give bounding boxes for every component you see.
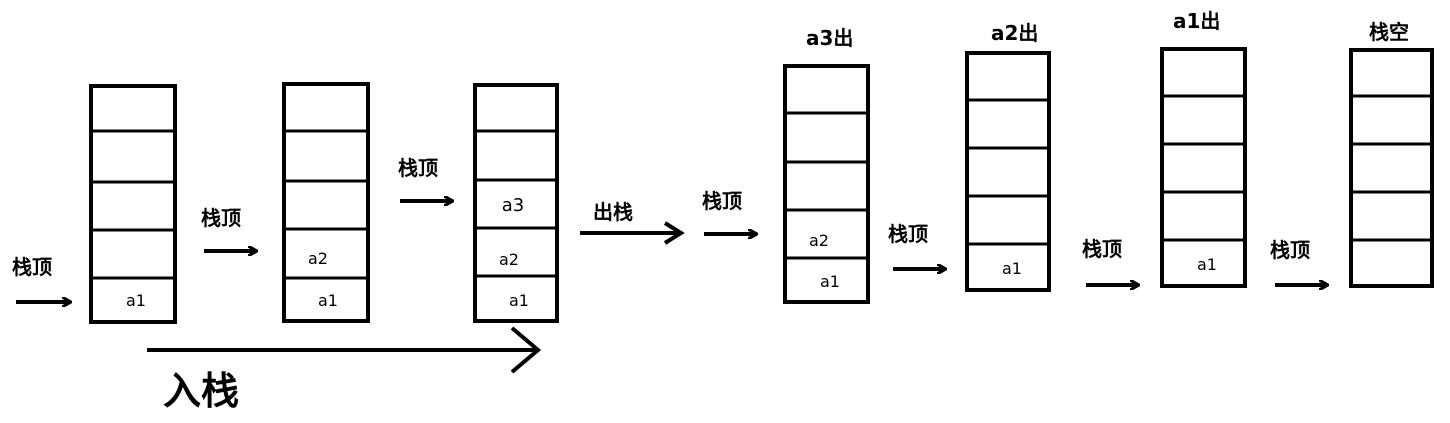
stack-diagram: a1 a2 a1 a3 a2 a1 a2 a1 a1 a1 栈顶 栈顶 栈顶 栈… (12, 9, 1434, 413)
a3-out-label: a3出 (806, 26, 853, 50)
top-label-5: 栈顶 (888, 222, 928, 246)
stack-5: a1 (965, 51, 1051, 292)
stack-4: a2 a1 (783, 64, 870, 304)
stack-3: a3 a2 a1 (473, 83, 559, 323)
top-label-7: 栈顶 (1270, 238, 1310, 262)
stack-5-cell-a1: a1 (1002, 259, 1022, 278)
stack-3-cell-a2: a2 (499, 250, 519, 269)
pop-label: 出栈 (593, 200, 633, 224)
a1-out-label: a1出 (1173, 9, 1220, 33)
stack-3-cell-a3: a3 (502, 195, 524, 216)
stack-6-cell-a1: a1 (1197, 255, 1217, 274)
top-label-3: 栈顶 (398, 156, 438, 180)
stack-2-cell-a1: a1 (318, 291, 338, 310)
stack-3-cell-a1: a1 (509, 291, 529, 310)
stack-4-cell-a2: a2 (809, 231, 829, 250)
top-label-4: 栈顶 (702, 189, 742, 213)
push-label: 入栈 (163, 369, 239, 413)
stack-2-cell-a2: a2 (308, 249, 328, 268)
stack-4-cell-a1: a1 (820, 272, 840, 291)
stack-7 (1349, 48, 1434, 288)
a2-out-label: a2出 (991, 21, 1038, 45)
empty-label: 栈空 (1369, 20, 1409, 44)
top-label-1: 栈顶 (12, 255, 52, 279)
top-label-2: 栈顶 (201, 206, 241, 230)
top-label-6: 栈顶 (1082, 237, 1122, 261)
stack-1-cell-a1: a1 (126, 291, 146, 310)
stack-1: a1 (89, 84, 177, 324)
stack-2: a2 a1 (282, 82, 370, 323)
stack-6: a1 (1160, 47, 1247, 288)
